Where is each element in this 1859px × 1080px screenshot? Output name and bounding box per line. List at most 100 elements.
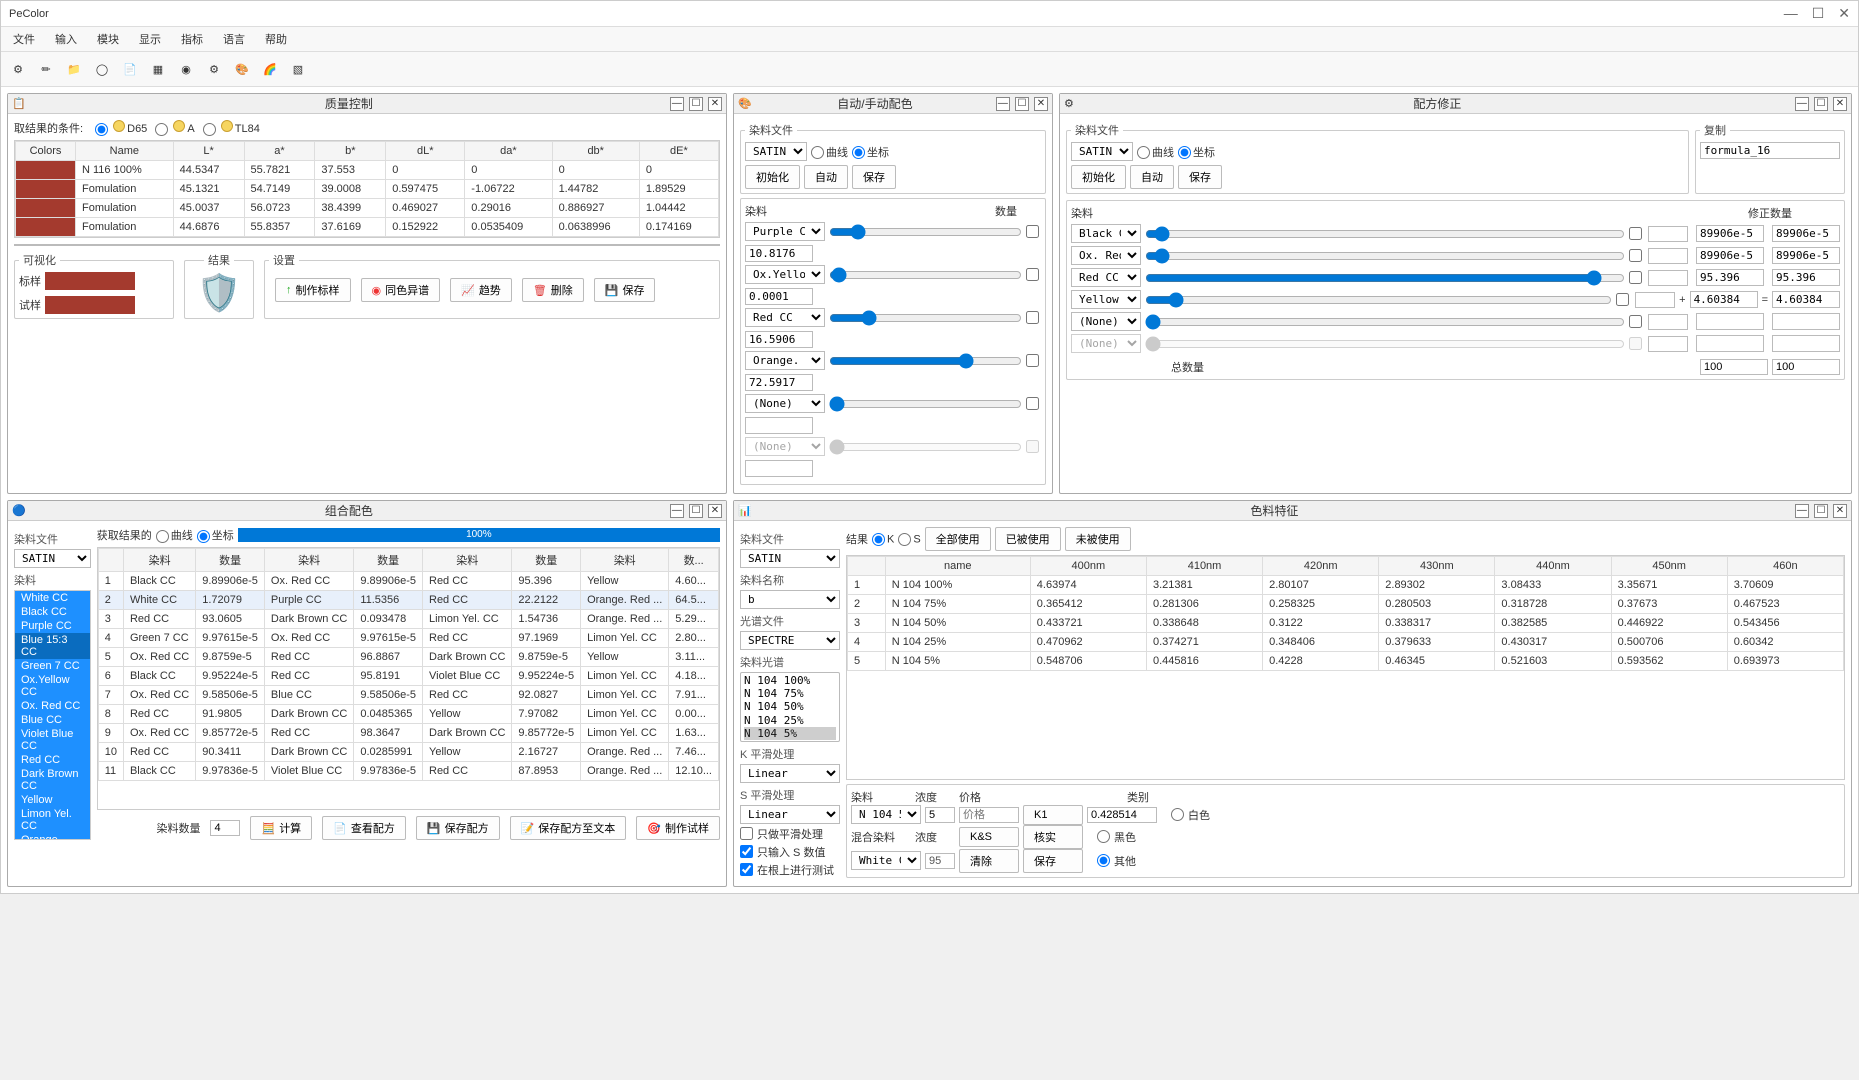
panel-max-button[interactable]: ☐ [1814, 504, 1828, 518]
corr-lock[interactable] [1629, 337, 1642, 350]
list-item[interactable]: Violet Blue CC [15, 727, 90, 753]
dye-lock[interactable] [1026, 311, 1039, 324]
feat-dye-select[interactable]: N 104 5% [851, 805, 921, 824]
corr-copy-input[interactable] [1700, 142, 1840, 159]
auto-save-button[interactable]: 保存 [852, 165, 896, 189]
panel-min-button[interactable]: — [1795, 97, 1809, 111]
list-item[interactable]: Ox.Yellow CC [15, 673, 90, 699]
dye-value[interactable] [745, 331, 813, 348]
dye-select[interactable]: (None) [745, 394, 825, 413]
corr-save-button[interactable]: 保存 [1178, 165, 1222, 189]
chk-s-only[interactable] [740, 845, 753, 858]
corr-eq-value[interactable] [1772, 247, 1840, 264]
rainbow-icon[interactable]: 🌈 [259, 58, 281, 80]
panel-min-button[interactable]: — [670, 97, 684, 111]
corr-coord-radio[interactable]: 坐标 [1178, 144, 1215, 160]
view-formula-button[interactable]: 📄查看配方 [322, 816, 406, 840]
panel-close-button[interactable]: ✕ [1833, 504, 1847, 518]
list-item[interactable]: Red CC [15, 753, 90, 767]
menu-item[interactable]: 指标 [173, 29, 211, 49]
menu-item[interactable]: 输入 [47, 29, 85, 49]
table-row[interactable]: 1Black CC9.89906e-5Ox. Red CC9.89906e-5R… [98, 572, 718, 591]
corr-dye-select[interactable]: Yellow [1071, 290, 1141, 309]
list-item[interactable]: Orange. Red CC [15, 833, 90, 840]
dye-value[interactable] [745, 374, 813, 391]
feat-k-radio[interactable]: K [872, 533, 894, 546]
dye-select[interactable]: Ox.Yellow C [745, 265, 825, 284]
corr-dye-select[interactable]: (None) [1071, 334, 1141, 353]
dye-lock[interactable] [1026, 268, 1039, 281]
k1-button[interactable]: K1 [1023, 805, 1083, 825]
grid-icon[interactable]: ▦ [147, 58, 169, 80]
corr-lock[interactable] [1629, 271, 1642, 284]
table-row[interactable]: Fomulation45.132154.714939.00080.597475-… [16, 180, 719, 199]
corr-mid[interactable] [1635, 292, 1675, 308]
used-button[interactable]: 已被使用 [995, 527, 1061, 551]
maximize-button[interactable]: ☐ [1812, 5, 1825, 22]
menu-item[interactable]: 语言 [215, 29, 253, 49]
doc-icon[interactable]: 📄 [119, 58, 141, 80]
list-item[interactable]: Ox. Red CC [15, 699, 90, 713]
table-row[interactable]: 1N 104 100%4.639743.213812.801072.893023… [848, 576, 1844, 595]
table-row[interactable]: 2N 104 75%0.3654120.2813060.2583250.2805… [848, 595, 1844, 614]
ks-button[interactable]: K&S [959, 827, 1019, 847]
auto-init-button[interactable]: 初始化 [745, 165, 800, 189]
feat-specfile-select[interactable]: SPECTRE [740, 631, 840, 650]
list-item[interactable]: Purple CC [15, 619, 90, 633]
auto-coord-radio[interactable]: 坐标 [852, 144, 889, 160]
menu-item[interactable]: 文件 [5, 29, 43, 49]
table-row[interactable]: 9Ox. Red CC9.85772e-5Red CC98.3647Dark B… [98, 724, 718, 743]
save-formula-file-button[interactable]: 📝保存配方至文本 [510, 816, 627, 840]
dye-value[interactable] [745, 417, 813, 434]
dye-slider[interactable] [829, 310, 1022, 326]
dye-lock[interactable] [1026, 440, 1039, 453]
panel-max-button[interactable]: ☐ [689, 504, 703, 518]
combo-count-input[interactable] [210, 820, 240, 836]
corr-slider[interactable] [1145, 292, 1612, 308]
dye-slider[interactable] [829, 224, 1022, 240]
corr-eq-value[interactable] [1772, 335, 1840, 352]
close-button[interactable]: ✕ [1838, 5, 1850, 22]
dye-lock[interactable] [1026, 225, 1039, 238]
dye-slider[interactable] [829, 439, 1022, 455]
dye-slider[interactable] [829, 396, 1022, 412]
list-item[interactable]: Green 7 CC [15, 659, 90, 673]
corr-eq-value[interactable] [1772, 313, 1840, 330]
corr-curve-radio[interactable]: 曲线 [1137, 144, 1174, 160]
panel-min-button[interactable]: — [1795, 504, 1809, 518]
feat-price-input[interactable] [959, 807, 1019, 823]
corr-init-button[interactable]: 初始化 [1071, 165, 1126, 189]
corr-fix-value[interactable] [1696, 225, 1764, 242]
corr-file-select[interactable]: SATIN [1071, 142, 1133, 161]
panel-max-button[interactable]: ☐ [689, 97, 703, 111]
table-row[interactable]: 7Ox. Red CC9.58506e-5Blue CC9.58506e-5Re… [98, 686, 718, 705]
dye-value[interactable] [745, 460, 813, 477]
corr-lock[interactable] [1629, 315, 1642, 328]
save-formula-button[interactable]: 💾保存配方 [416, 816, 500, 840]
table-row[interactable]: 2White CC1.72079Purple CC11.5356Red CC22… [98, 591, 718, 610]
clear-button[interactable]: 清除 [959, 849, 1019, 873]
panel-close-button[interactable]: ✕ [1034, 97, 1048, 111]
dye-slider[interactable] [829, 267, 1022, 283]
folder-icon[interactable]: 📁 [63, 58, 85, 80]
list-item[interactable]: Blue CC [15, 713, 90, 727]
illuminant-radio[interactable]: TL84 [203, 123, 260, 135]
panel-max-button[interactable]: ☐ [1814, 97, 1828, 111]
palette-icon[interactable]: 🎨 [231, 58, 253, 80]
make-sample-button[interactable]: ↑制作标样 [275, 278, 351, 302]
minimize-button[interactable]: — [1784, 5, 1798, 22]
table-row[interactable]: Fomulation45.003756.072338.43990.4690270… [16, 199, 719, 218]
table-row[interactable]: 4Green 7 CC9.97615e-5Ox. Red CC9.97615e-… [98, 629, 718, 648]
panel-min-button[interactable]: — [996, 97, 1010, 111]
dye-lock[interactable] [1026, 397, 1039, 410]
table-row[interactable]: 10Red CC90.3411Dark Brown CC0.0285991Yel… [98, 743, 718, 762]
calc-button[interactable]: 🧮计算 [250, 816, 312, 840]
use-all-button[interactable]: 全部使用 [925, 527, 991, 551]
table-row[interactable]: 5Ox. Red CC9.8759e-5Red CC96.8867Dark Br… [98, 648, 718, 667]
panel-close-button[interactable]: ✕ [708, 504, 722, 518]
auto-file-select[interactable]: SATIN [745, 142, 807, 161]
corr-slider[interactable] [1145, 270, 1625, 286]
auto-auto-button[interactable]: 自动 [804, 165, 848, 189]
make-trial-button[interactable]: 🎯制作试样 [636, 816, 720, 840]
gear-icon[interactable]: ⚙ [7, 58, 29, 80]
